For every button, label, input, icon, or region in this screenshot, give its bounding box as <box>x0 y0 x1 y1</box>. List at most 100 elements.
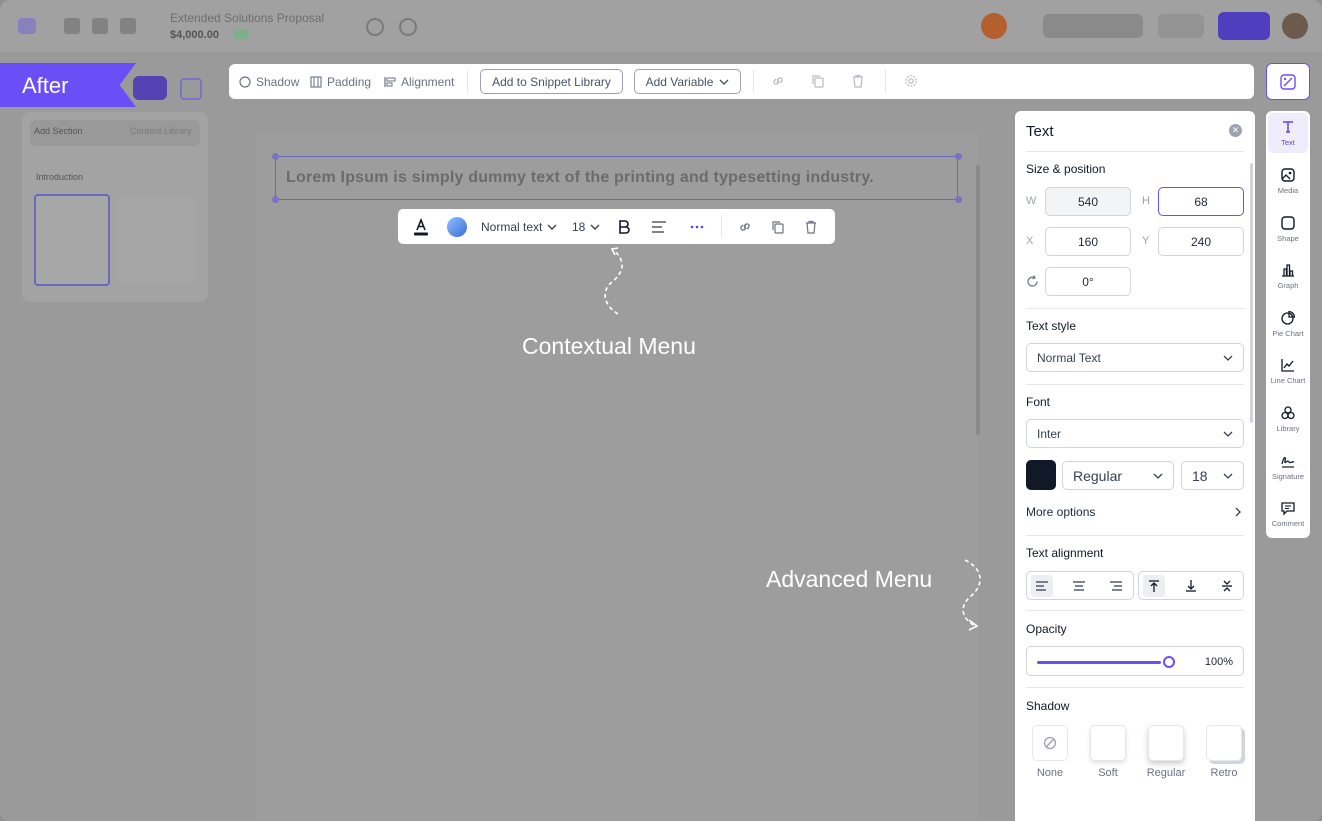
chevron-down-icon <box>1153 473 1163 479</box>
gear-icon[interactable] <box>903 73 919 89</box>
help-icon[interactable] <box>366 18 384 36</box>
shadow-option-label: Retro <box>1210 767 1238 779</box>
rail-item-media[interactable]: Media <box>1268 161 1308 201</box>
width-label: W <box>1026 195 1037 207</box>
rail-item-line-chart[interactable]: Line Chart <box>1268 351 1308 391</box>
font-size-select[interactable]: 18 <box>1181 461 1244 490</box>
shadow-option[interactable]: Shadow <box>239 75 299 89</box>
document-title[interactable]: Extended Solutions Proposal <box>170 11 324 25</box>
rail-item-comment[interactable]: Comment <box>1268 494 1308 534</box>
text-style-dropdown[interactable]: Normal text <box>481 218 557 236</box>
add-variable-label: Add Variable <box>645 74 714 89</box>
more-options-button[interactable] <box>690 218 704 236</box>
trash-icon[interactable] <box>850 73 866 89</box>
alignment-label: Alignment <box>401 75 455 89</box>
size-position-label: Size & position <box>1026 162 1106 176</box>
advanced-menu-arrow <box>962 559 981 631</box>
shadow-regular-option[interactable] <box>1148 725 1184 761</box>
bold-button[interactable] <box>617 218 631 236</box>
canvas-scrollbar[interactable] <box>976 165 980 435</box>
rail-item-library[interactable]: Library <box>1268 399 1308 439</box>
x-field[interactable]: 160 <box>1045 227 1131 256</box>
canvas-text[interactable]: Lorem Ipsum is simply dummy text of the … <box>286 169 874 187</box>
add-snippet-label: Add to Snippet Library <box>492 74 611 89</box>
collaborator-avatar[interactable] <box>981 13 1007 39</box>
align-bottom-button[interactable] <box>1180 575 1202 597</box>
vertical-align-group <box>1138 571 1244 600</box>
padding-option[interactable]: Padding <box>310 75 371 89</box>
rotation-field[interactable]: 0° <box>1045 267 1131 296</box>
app-logo-icon[interactable] <box>18 18 36 34</box>
text-color-button[interactable] <box>413 218 429 236</box>
signature-icon <box>1281 456 1295 468</box>
rail-item-signature[interactable]: Signature <box>1268 447 1308 487</box>
y-field[interactable]: 240 <box>1158 227 1244 256</box>
delete-button[interactable] <box>804 218 818 236</box>
text-align-button[interactable] <box>651 218 667 236</box>
add-to-snippet-library-button[interactable]: Add to Snippet Library <box>480 69 623 94</box>
add-page-thumbnail[interactable] <box>118 194 194 286</box>
design-mode-button[interactable] <box>1266 63 1310 100</box>
align-center-button[interactable] <box>1068 575 1090 597</box>
opacity-slider-track[interactable] <box>1037 661 1161 664</box>
bar-chart-icon <box>1282 264 1294 277</box>
duplicate-button[interactable] <box>771 218 785 236</box>
resize-handle[interactable] <box>955 153 962 160</box>
more-dots-icon <box>690 225 704 229</box>
rail-item-text[interactable]: Text <box>1268 113 1308 153</box>
opacity-slider-knob[interactable] <box>1163 656 1175 668</box>
font-color-swatch[interactable] <box>1026 460 1056 490</box>
resize-handle[interactable] <box>272 196 279 203</box>
app-frame: Extended Solutions Proposal $4,000.00 Ad… <box>0 0 1322 821</box>
cloud-icon[interactable] <box>120 18 136 34</box>
advanced-menu-panel: Text ✕ Size & position W 540 H 68 X 160 … <box>1015 111 1255 821</box>
resize-handle[interactable] <box>272 153 279 160</box>
align-top-button[interactable] <box>1143 575 1165 597</box>
close-icon[interactable]: ✕ <box>1229 124 1242 137</box>
chevron-down-icon <box>1223 431 1233 437</box>
text-style-select[interactable]: Normal Text <box>1026 343 1244 372</box>
alignment-option[interactable]: Alignment <box>384 75 454 89</box>
width-field[interactable]: 540 <box>1045 187 1131 216</box>
send-button[interactable] <box>1218 12 1270 40</box>
highlight-color-button[interactable] <box>446 217 468 237</box>
undo-icon[interactable] <box>64 18 80 34</box>
rail-label-pie-chart: Pie Chart <box>1272 329 1304 338</box>
rail-item-shape[interactable]: Shape <box>1268 209 1308 249</box>
link-button[interactable] <box>738 218 752 236</box>
duplicate-icon[interactable] <box>810 73 826 89</box>
font-size-dropdown[interactable]: 18 <box>572 218 600 236</box>
divider <box>1026 687 1244 688</box>
resize-handle[interactable] <box>955 196 962 203</box>
settings-icon[interactable] <box>399 18 417 36</box>
page-thumbnail[interactable] <box>34 194 110 286</box>
redo-icon[interactable] <box>92 18 108 34</box>
shadow-soft-option[interactable] <box>1090 725 1126 761</box>
shadow-retro-option[interactable] <box>1206 725 1242 761</box>
user-avatar[interactable] <box>1282 13 1308 39</box>
tab-add-section[interactable]: Add Section <box>34 126 83 136</box>
more-options-row[interactable]: More options <box>1026 505 1244 519</box>
align-right-button[interactable] <box>1105 575 1127 597</box>
text-alignment-label: Text alignment <box>1026 546 1104 560</box>
align-middle-button[interactable] <box>1216 575 1238 597</box>
tab-content-library[interactable]: Content Library <box>130 126 192 136</box>
section-name[interactable]: Introduction <box>36 172 83 182</box>
opacity-slider[interactable]: 100% <box>1026 646 1244 676</box>
rail-item-pie-chart[interactable]: Pie Chart <box>1268 304 1308 344</box>
height-field[interactable]: 68 <box>1158 187 1244 216</box>
page-search-button[interactable] <box>1043 14 1143 38</box>
language-dropdown[interactable] <box>1158 14 1204 38</box>
link-icon[interactable] <box>770 73 786 89</box>
padding-label: Padding <box>327 75 372 89</box>
rail-item-graph[interactable]: Graph <box>1268 256 1308 296</box>
font-weight-select[interactable]: Regular <box>1062 461 1174 490</box>
shadow-none-option[interactable] <box>1032 725 1068 761</box>
font-label: Font <box>1026 395 1051 409</box>
font-family-select[interactable]: Inter <box>1026 419 1244 448</box>
align-left-button[interactable] <box>1031 575 1053 597</box>
shadow-label: Shadow <box>1026 699 1070 713</box>
panel-scrollbar[interactable] <box>1250 163 1253 423</box>
add-variable-dropdown[interactable]: Add Variable <box>634 69 741 94</box>
divider <box>1026 535 1244 536</box>
